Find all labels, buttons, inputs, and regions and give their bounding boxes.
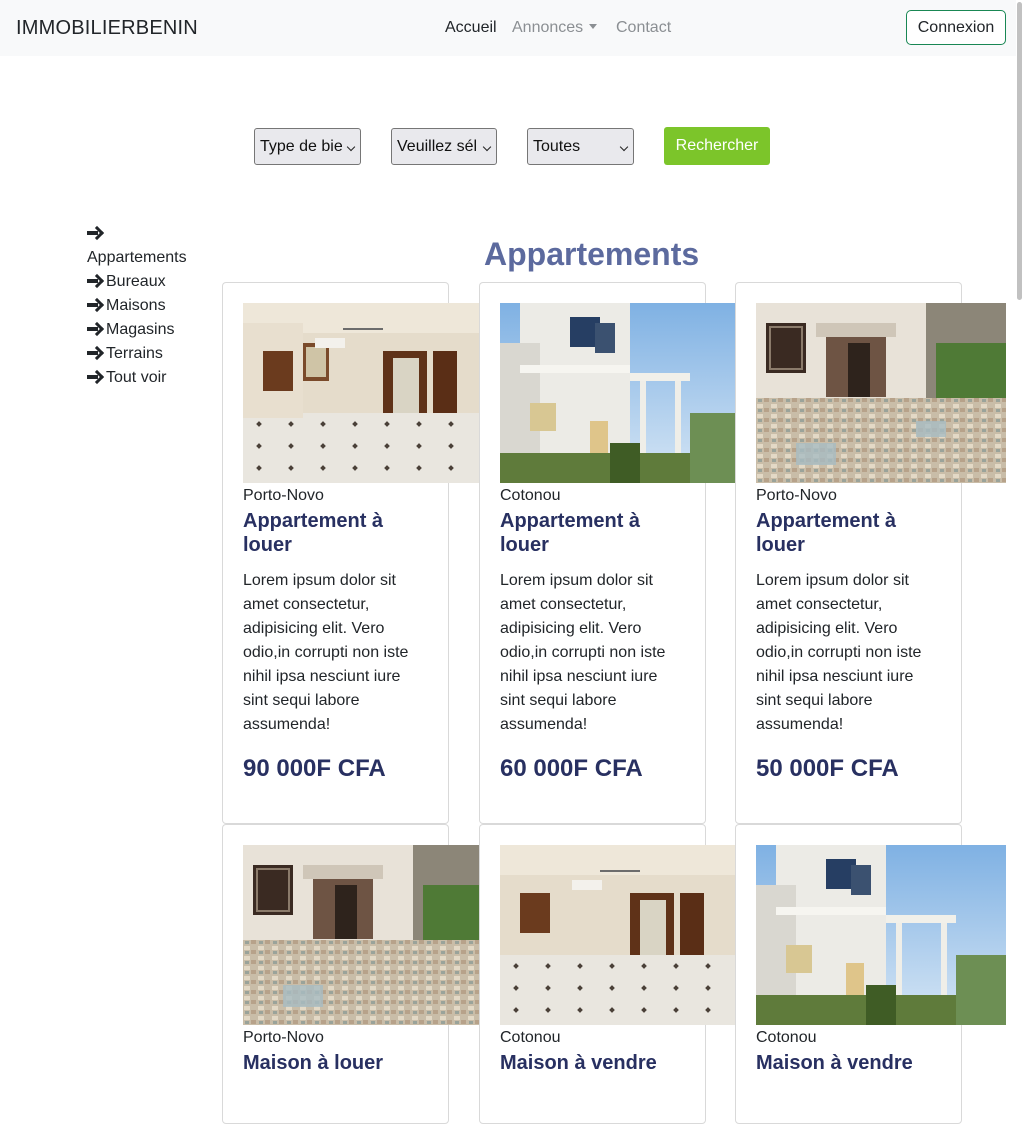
card-title[interactable]: Maison à louer: [243, 1051, 433, 1075]
arrow-right-icon: [87, 347, 102, 359]
sidebar-item-label: Bureaux: [106, 273, 166, 290]
nav-dropdown-annonces[interactable]: Annonces: [512, 19, 598, 37]
nav-link-annonces-label: Annonces: [512, 19, 584, 36]
category-select[interactable]: Toutes: [527, 128, 634, 165]
card-description: Lorem ipsum dolor sit amet consectetur, …: [243, 572, 409, 733]
chevron-down-icon: [482, 142, 492, 152]
sidebar-item-terrains[interactable]: Terrains: [87, 342, 197, 366]
card-price: 50 000F CFA: [756, 755, 899, 782]
arrow-right-icon: [87, 299, 102, 311]
card-description: Lorem ipsum dolor sit amet consectetur, …: [500, 572, 666, 733]
login-button[interactable]: Connexion: [906, 10, 1006, 45]
card-title[interactable]: Appartement à louer: [243, 509, 433, 557]
property-photo[interactable]: [500, 303, 736, 483]
sidebar-item-magasins[interactable]: Magasins: [87, 318, 197, 342]
navbar: IMMOBILIERBENIN Accueil Annonces Contact…: [0, 0, 1024, 56]
card-title[interactable]: Maison à vendre: [756, 1051, 946, 1075]
property-card[interactable]: Cotonou Appartement à louer Lorem ipsum …: [479, 282, 736, 824]
card-title[interactable]: Appartement à louer: [756, 509, 946, 557]
chevron-down-icon: [619, 142, 629, 152]
card-city: Porto-Novo: [243, 487, 324, 504]
sidebar-item-label: Maisons: [106, 297, 166, 314]
nav-link-contact[interactable]: Contact: [616, 19, 671, 37]
card-title[interactable]: Maison à vendre: [500, 1051, 690, 1075]
caret-down-icon: [589, 24, 598, 29]
card-title[interactable]: Appartement à louer: [500, 509, 690, 557]
sidebar-item-bureaux[interactable]: Bureaux: [87, 270, 197, 294]
arrow-right-icon: [87, 275, 102, 287]
property-type-select[interactable]: Type de bie: [254, 128, 361, 165]
card-city: Porto-Novo: [756, 487, 837, 504]
city-select[interactable]: Veuillez sél: [391, 128, 497, 165]
sidebar-item-tout-voir[interactable]: Tout voir: [87, 366, 197, 390]
card-description: Lorem ipsum dolor sit amet consectetur, …: [756, 572, 922, 733]
arrow-right-icon: [87, 371, 102, 383]
card-city: Porto-Novo: [243, 1029, 324, 1046]
property-card[interactable]: Porto-Novo Appartement à louer Lorem ips…: [735, 282, 1006, 824]
property-photo[interactable]: [756, 845, 1006, 1025]
section-title: Appartements: [484, 236, 700, 272]
property-photo[interactable]: [243, 303, 479, 483]
sidebar-item-appartements[interactable]: Appartements: [87, 222, 197, 270]
property-type-value: Type de bie: [260, 138, 342, 155]
property-card[interactable]: Cotonou Maison à vendre: [479, 824, 736, 1124]
arrow-right-icon: [87, 227, 102, 239]
page-scrollbar[interactable]: [1016, 0, 1024, 1080]
sidebar-item-maisons[interactable]: Maisons: [87, 294, 197, 318]
card-price: 90 000F CFA: [243, 755, 386, 782]
property-photo[interactable]: [500, 845, 736, 1025]
arrow-right-icon: [87, 323, 102, 335]
scrollbar-thumb[interactable]: [1017, 2, 1022, 300]
chevron-down-icon: [346, 142, 356, 152]
sidebar-item-label: Tout voir: [106, 369, 167, 386]
city-value: Veuillez sél: [397, 138, 478, 155]
category-value: Toutes: [533, 138, 581, 155]
card-city: Cotonou: [756, 1029, 817, 1046]
card-city: Cotonou: [500, 1029, 561, 1046]
nav-link-accueil[interactable]: Accueil: [445, 19, 497, 37]
sidebar-item-label: Appartements: [87, 249, 187, 266]
property-card[interactable]: Porto-Novo Maison à louer: [222, 824, 479, 1124]
sidebar-item-label: Terrains: [106, 345, 163, 362]
property-card[interactable]: Cotonou Maison à vendre: [735, 824, 1006, 1124]
property-photo[interactable]: [243, 845, 479, 1025]
property-card[interactable]: Porto-Novo Appartement à louer Lorem ips…: [222, 282, 479, 824]
category-sidebar: Appartements Bureaux Maisons Magasins Te…: [87, 222, 197, 390]
brand-logo[interactable]: IMMOBILIERBENIN: [16, 17, 198, 40]
card-city: Cotonou: [500, 487, 561, 504]
sidebar-item-label: Magasins: [106, 321, 175, 338]
search-button[interactable]: Rechercher: [664, 127, 770, 165]
property-photo[interactable]: [756, 303, 1006, 483]
card-price: 60 000F CFA: [500, 755, 643, 782]
